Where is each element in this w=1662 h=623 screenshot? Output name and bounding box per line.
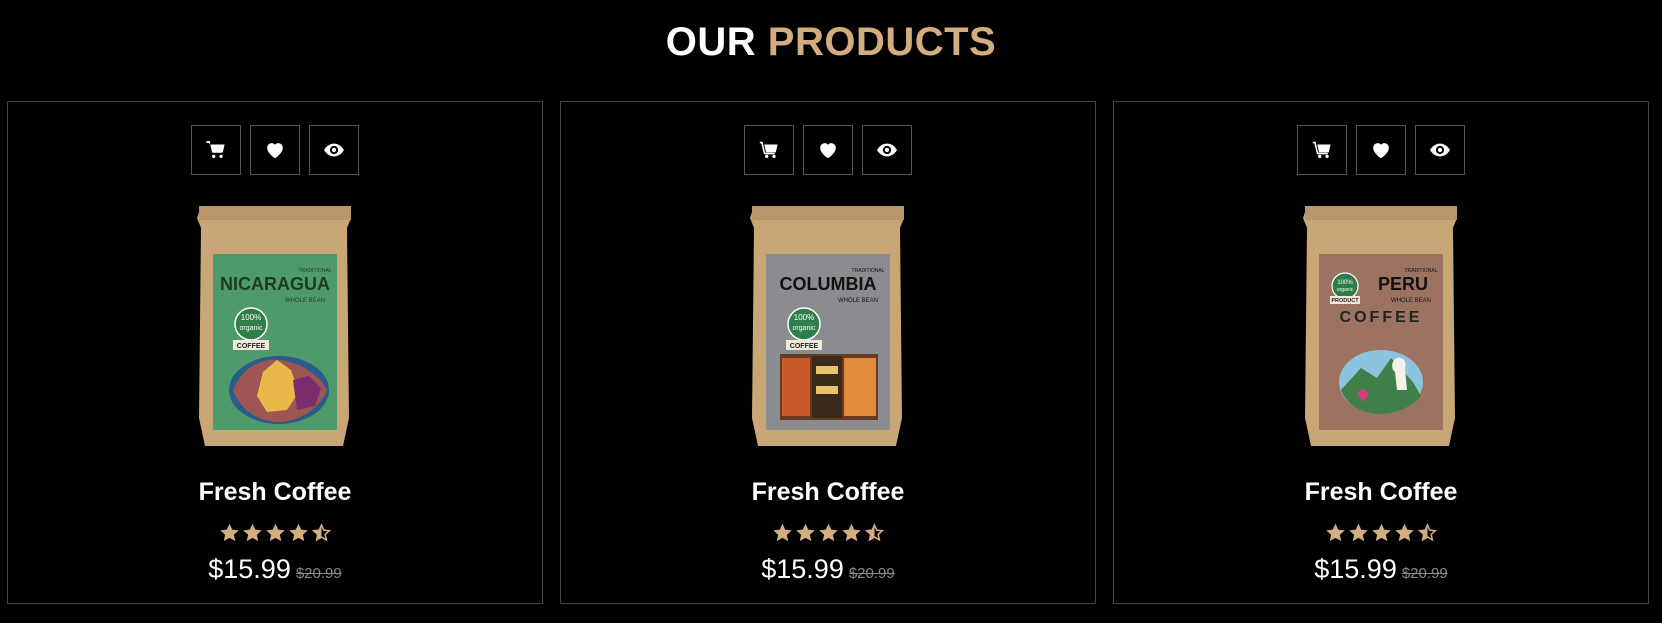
- wishlist-button[interactable]: [1356, 125, 1406, 175]
- bag-badge-line1: 100%: [794, 313, 814, 322]
- product-image: TRADITIONAL COLUMBIA WHOLE BEAN 100% org…: [750, 206, 904, 446]
- product-image: TRADITIONAL 100% organic PRODUCT PERU WH…: [1303, 206, 1457, 446]
- product-actions: [8, 125, 542, 175]
- star-full-icon: [1325, 523, 1345, 542]
- heart-icon: [267, 143, 283, 159]
- star-full-icon: [265, 523, 285, 542]
- section-title-accent: PRODUCTS: [767, 20, 997, 64]
- star-half-icon: [864, 523, 884, 542]
- add-to-cart-button[interactable]: [744, 125, 794, 175]
- current-price: $15.99: [208, 554, 291, 584]
- product-price: $15.99 $20.99: [8, 554, 542, 585]
- quick-view-button[interactable]: [309, 125, 359, 175]
- star-half-icon: [1417, 523, 1437, 542]
- star-full-icon: [219, 523, 239, 542]
- product-title[interactable]: Fresh Coffee: [8, 478, 542, 507]
- product-card: TRADITIONAL 100% organic PRODUCT PERU WH…: [1113, 101, 1649, 604]
- product-title[interactable]: Fresh Coffee: [561, 478, 1095, 507]
- bag-badge-line2: organic: [1337, 287, 1354, 293]
- product-image: TRADITIONAL NICARAGUA WHOLE BEAN 100% or…: [197, 206, 351, 446]
- star-full-icon: [1348, 523, 1368, 542]
- quick-view-button[interactable]: [862, 125, 912, 175]
- product-rating: [1114, 522, 1648, 543]
- star-half-icon: [311, 523, 331, 542]
- product-actions: [1114, 125, 1648, 175]
- star-full-icon: [772, 523, 792, 542]
- heart-icon: [820, 143, 836, 159]
- old-price: $20.99: [295, 565, 342, 582]
- star-full-icon: [818, 523, 838, 542]
- old-price: $20.99: [848, 565, 895, 582]
- heart-icon: [1373, 143, 1389, 159]
- cart-icon: [759, 141, 778, 159]
- cart-icon: [1312, 141, 1331, 159]
- bag-badge-line2: organic: [793, 325, 816, 332]
- bag-badge-line3: COFFEE: [237, 343, 266, 350]
- star-full-icon: [1394, 523, 1414, 542]
- bag-sub: WHOLE BEAN: [1391, 298, 1431, 304]
- bag-badge-line3: PRODUCT: [1331, 298, 1359, 304]
- product-actions: [561, 125, 1095, 175]
- old-price: $20.99: [1401, 565, 1448, 582]
- eye-icon: [1430, 143, 1450, 157]
- product-card: TRADITIONAL NICARAGUA WHOLE BEAN 100% or…: [7, 101, 543, 604]
- bag-title2: COFFEE: [1340, 309, 1423, 326]
- product-card: TRADITIONAL COLUMBIA WHOLE BEAN 100% org…: [560, 101, 1096, 604]
- product-price: $15.99 $20.99: [1114, 554, 1648, 585]
- cart-icon: [206, 141, 225, 159]
- bag-origin: PERU: [1378, 274, 1428, 294]
- star-full-icon: [242, 523, 262, 542]
- bag-origin: NICARAGUA: [220, 274, 330, 294]
- wishlist-button[interactable]: [250, 125, 300, 175]
- add-to-cart-button[interactable]: [1297, 125, 1347, 175]
- star-full-icon: [1371, 523, 1391, 542]
- star-full-icon: [288, 523, 308, 542]
- bag-sub: WHOLE BEAN: [285, 298, 325, 304]
- current-price: $15.99: [761, 554, 844, 584]
- product-rating: [561, 522, 1095, 543]
- star-full-icon: [841, 523, 861, 542]
- quick-view-button[interactable]: [1415, 125, 1465, 175]
- section-title: OUR PRODUCTS: [0, 18, 1662, 66]
- eye-icon: [877, 143, 897, 157]
- star-full-icon: [795, 523, 815, 542]
- wishlist-button[interactable]: [803, 125, 853, 175]
- bag-badge-line3: COFFEE: [790, 343, 819, 350]
- bag-badge-line1: 100%: [1337, 280, 1353, 286]
- eye-icon: [324, 143, 344, 157]
- bag-origin: COLUMBIA: [780, 274, 877, 294]
- add-to-cart-button[interactable]: [191, 125, 241, 175]
- bag-badge-line2: organic: [240, 325, 263, 332]
- product-title[interactable]: Fresh Coffee: [1114, 478, 1648, 507]
- section-title-prefix: OUR: [665, 20, 757, 64]
- bag-badge-line1: 100%: [241, 313, 261, 322]
- product-price: $15.99 $20.99: [561, 554, 1095, 585]
- product-rating: [8, 522, 542, 543]
- bag-sub: WHOLE BEAN: [838, 298, 878, 304]
- current-price: $15.99: [1314, 554, 1397, 584]
